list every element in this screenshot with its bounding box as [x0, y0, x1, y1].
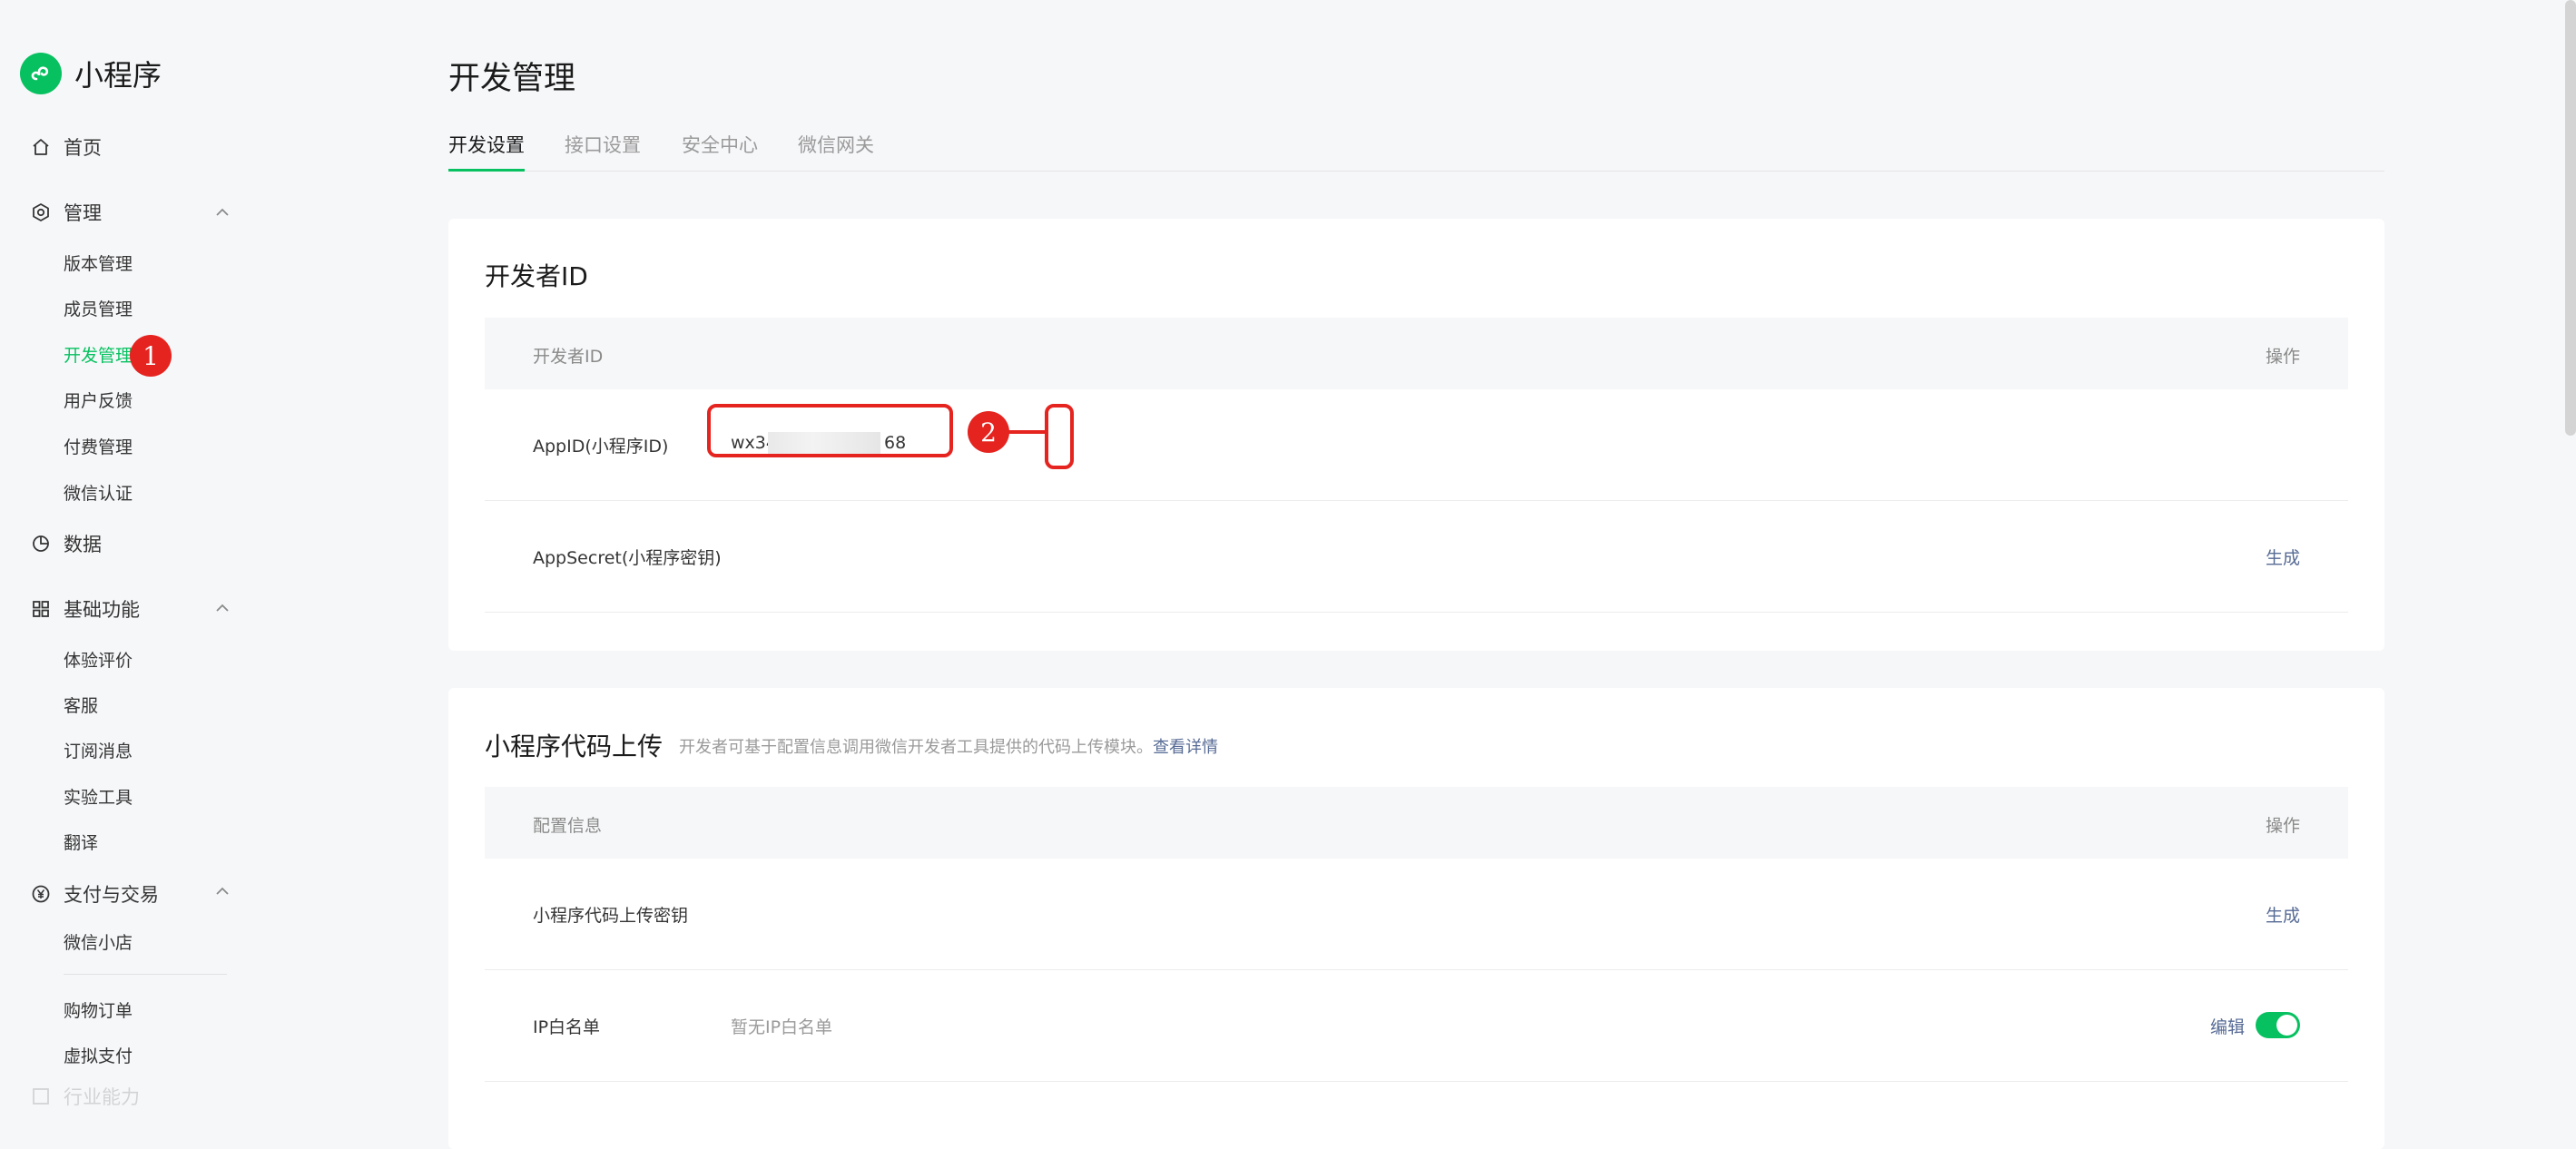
brand[interactable]: 小程序 [20, 53, 162, 94]
sidebar: 小程序 首页 管理 版本管理 成员管理 开发管理 1 用户反馈 付费管理 微信认… [0, 0, 263, 1149]
sidebar-divider [64, 974, 227, 975]
appsecret-label: AppSecret(小程序密钥) [533, 548, 722, 568]
gear-icon [31, 202, 51, 222]
tab-dev-settings[interactable]: 开发设置 [448, 130, 525, 172]
nav-manage[interactable]: 管理 [31, 199, 102, 226]
mini-program-logo-icon [20, 53, 62, 94]
sidebar-item-service[interactable]: 客服 [64, 692, 98, 717]
developer-id-table-header: 开发者ID 操作 [485, 318, 2348, 389]
developer-id-card: 开发者ID 开发者ID 操作 AppID(小程序ID) wx34 68 2 Ap… [448, 219, 2384, 651]
sidebar-item-orders[interactable]: 购物订单 [64, 997, 133, 1022]
appsecret-row: AppSecret(小程序密钥) 生成 [485, 501, 2348, 613]
sidebar-item-translate[interactable]: 翻译 [64, 830, 98, 854]
appid-row: AppID(小程序ID) wx34 68 2 [485, 389, 2348, 501]
sidebar-item-verify[interactable]: 微信认证 [64, 480, 133, 505]
sidebar-item-members[interactable]: 成员管理 [64, 296, 133, 320]
nav-pay-label: 支付与交易 [64, 884, 159, 906]
annotation-connector [1008, 430, 1048, 434]
chevron-up-icon[interactable] [214, 204, 231, 221]
nav-pay[interactable]: 支付与交易 [31, 880, 159, 908]
upload-table-header: 配置信息 操作 [485, 787, 2348, 859]
upload-key-label: 小程序代码上传密钥 [533, 906, 689, 926]
tab-bar: 开发设置 接口设置 安全中心 微信网关 [448, 130, 2384, 172]
tab-security[interactable]: 安全中心 [682, 130, 758, 172]
header-developer-id: 开发者ID [533, 347, 604, 367]
chevron-up-icon[interactable] [214, 600, 231, 616]
nav-data[interactable]: 数据 [31, 530, 102, 557]
sidebar-item-payment[interactable]: 付费管理 [64, 434, 133, 458]
home-icon [31, 137, 51, 157]
generate-secret-link[interactable]: 生成 [2266, 545, 2300, 569]
nav-industry[interactable]: 行业能力 [31, 1086, 140, 1106]
nav-basic-label: 基础功能 [64, 599, 140, 621]
code-upload-desc: 开发者可基于配置信息调用微信开发者工具提供的代码上传模块。查看详情 [679, 734, 1218, 758]
chevron-up-icon[interactable] [214, 883, 231, 899]
header-action: 操作 [2265, 347, 2300, 367]
header-action: 操作 [2265, 816, 2300, 836]
step-1-badge: 1 [130, 335, 172, 377]
sidebar-item-virtual-pay[interactable]: 虚拟支付 [64, 1043, 133, 1067]
ip-whitelist-row: IP白名单 暂无IP白名单 编辑 [485, 970, 2348, 1082]
appid-highlight-box [707, 404, 953, 457]
page-title: 开发管理 [448, 61, 576, 97]
sidebar-item-rating[interactable]: 体验评价 [64, 647, 133, 672]
sidebar-item-experiment[interactable]: 实验工具 [64, 784, 133, 809]
appid-label: AppID(小程序ID) [533, 437, 669, 457]
nav-home-label: 首页 [64, 137, 102, 159]
code-upload-desc-text: 开发者可基于配置信息调用微信开发者工具提供的代码上传模块。 [679, 738, 1153, 757]
tab-api-settings[interactable]: 接口设置 [565, 130, 641, 172]
tab-wechat-gateway[interactable]: 微信网关 [798, 130, 874, 172]
yen-icon [31, 884, 51, 904]
ip-whitelist-value: 暂无IP白名单 [731, 1017, 833, 1037]
edit-ip-whitelist-link[interactable]: 编辑 [2210, 1014, 2245, 1038]
header-config-info: 配置信息 [533, 816, 603, 836]
brand-name: 小程序 [74, 58, 162, 93]
nav-basic[interactable]: 基础功能 [31, 595, 140, 623]
generate-upload-key-link[interactable]: 生成 [2266, 902, 2300, 927]
ip-whitelist-label: IP白名单 [533, 1017, 601, 1037]
code-upload-card: 小程序代码上传 开发者可基于配置信息调用微信开发者工具提供的代码上传模块。查看详… [448, 688, 2384, 1149]
developer-id-title: 开发者ID [485, 261, 588, 291]
sidebar-item-subscribe[interactable]: 订阅消息 [64, 738, 133, 762]
page-scrollbar[interactable] [2565, 0, 2576, 436]
nav-data-label: 数据 [64, 534, 102, 555]
code-upload-title: 小程序代码上传 [485, 732, 664, 761]
step-2-badge: 2 [968, 411, 1009, 453]
nav-industry-label: 行业能力 [64, 1086, 140, 1106]
nav-manage-label: 管理 [64, 202, 102, 224]
upload-key-row: 小程序代码上传密钥 生成 [485, 859, 2348, 970]
sidebar-item-wechat-shop[interactable]: 微信小店 [64, 929, 133, 954]
sidebar-item-dev-manage[interactable]: 开发管理 [64, 342, 133, 367]
ip-whitelist-toggle[interactable] [2256, 1012, 2300, 1038]
sidebar-item-version[interactable]: 版本管理 [64, 250, 133, 275]
view-details-link[interactable]: 查看详情 [1153, 738, 1218, 757]
grid-icon [31, 599, 51, 619]
nav-home[interactable]: 首页 [31, 133, 102, 161]
industry-icon [31, 1086, 51, 1106]
sidebar-item-feedback[interactable]: 用户反馈 [64, 388, 133, 412]
pie-chart-icon [31, 534, 51, 554]
copy-target-highlight[interactable] [1045, 404, 1074, 469]
